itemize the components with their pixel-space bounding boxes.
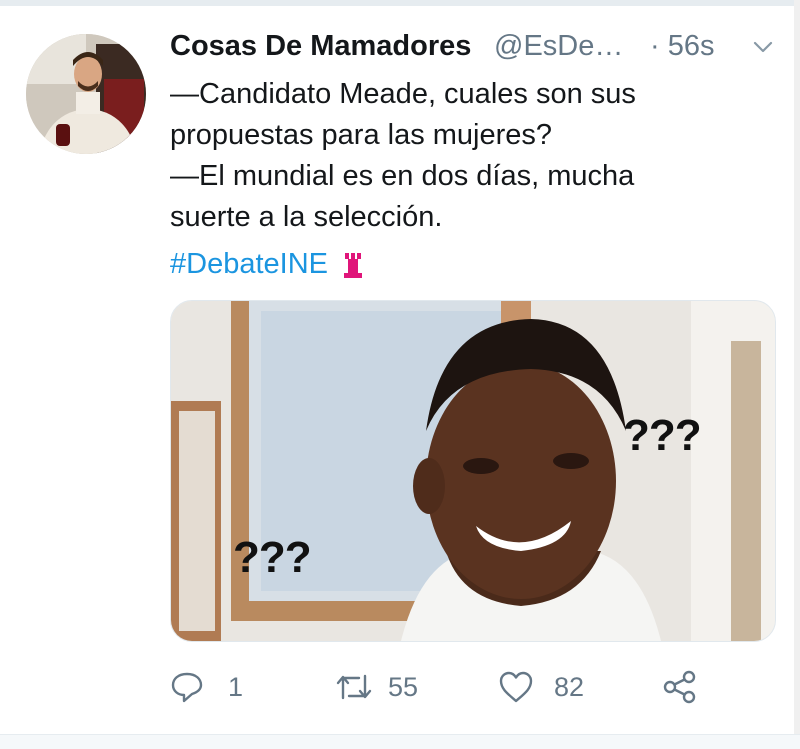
tweet-text-line: propuestas para las mujeres? [170, 119, 553, 151]
bottom-divider [0, 734, 800, 749]
meme-overlay-text: ??? [233, 533, 312, 582]
share-button[interactable] [662, 664, 702, 710]
hashtag-row: #DebateINE [170, 248, 364, 281]
tweet-text-line: —El mundial es en dos días, mucha [170, 160, 635, 192]
share-icon [663, 670, 696, 704]
display-name[interactable]: Cosas De Mamadores [170, 30, 471, 63]
reply-count: 1 [228, 672, 244, 702]
tweet-text-line: —Candidato Meade, cuales son sus [170, 78, 636, 110]
heart-icon [499, 671, 533, 703]
tweet-text: —Candidato Meade, cuales son sus propues… [170, 74, 750, 238]
reply-icon [171, 672, 203, 703]
hashtag-link[interactable]: #DebateINE [170, 248, 328, 280]
tweet-header: Cosas De Mamadores @EsDe… · 56s [170, 30, 780, 70]
like-button[interactable]: 82 [498, 664, 598, 710]
tweet-text-line: suerte a la selección. [170, 201, 443, 233]
top-divider [0, 0, 800, 6]
tweet-actions: 1 55 82 [170, 664, 730, 714]
timestamp[interactable]: · 56s [650, 30, 714, 63]
retweet-button[interactable]: 55 [334, 664, 434, 710]
user-handle[interactable]: @EsDe… [494, 30, 623, 63]
ine-pink-emblem-icon [344, 253, 363, 279]
avatar[interactable] [26, 34, 146, 154]
meme-overlay-text: ??? [623, 411, 702, 460]
like-count: 82 [554, 672, 585, 702]
chevron-down-icon[interactable] [750, 34, 776, 60]
reply-button[interactable]: 1 [170, 664, 250, 710]
retweet-count: 55 [388, 672, 419, 702]
tweet-media-image[interactable]: ??? ??? [170, 300, 776, 642]
retweet-icon [336, 674, 372, 700]
scrollbar-track[interactable] [794, 0, 800, 749]
